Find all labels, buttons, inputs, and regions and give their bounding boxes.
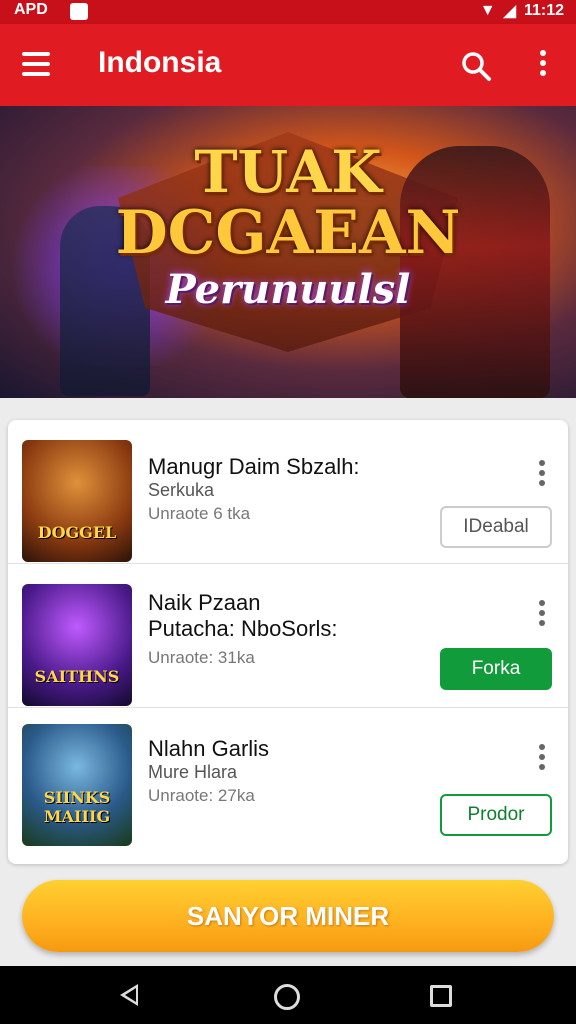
thumbnail-text: DOGGEL	[37, 523, 117, 542]
game-thumbnail[interactable]: SAITHNS	[22, 584, 132, 706]
game-subtitle: Serkuka	[148, 480, 215, 500]
page-title: Indonsia	[98, 46, 222, 79]
item-more-icon[interactable]	[538, 744, 546, 772]
banner-subtitle: Perunuulsl	[165, 266, 411, 313]
system-nav-bar	[0, 966, 576, 1024]
list-item[interactable]: DOGGEL Manugr Daim Sbzalh: Serkuka Unrao…	[8, 420, 568, 564]
item-more-icon[interactable]	[538, 600, 546, 628]
status-bar: APD ▼ ◢ 11:12	[0, 0, 576, 24]
game-thumbnail[interactable]: DOGGEL	[22, 440, 132, 562]
game-meta: Unraote: 27ka	[148, 786, 255, 805]
thumbnail-text: SAITHNS	[34, 667, 120, 686]
game-subtitle: Mure Hlara	[148, 762, 238, 782]
game-title: Naik Pzaan Putacha: NboSorls:	[148, 590, 338, 641]
status-right: ▼ ◢ 11:12	[480, 1, 564, 21]
game-thumbnail[interactable]: SIINKS MAIIIG	[22, 724, 132, 846]
game-title: Nlahn Garlis	[148, 736, 270, 761]
menu-icon[interactable]	[22, 52, 50, 76]
notification-icon	[70, 3, 88, 20]
banner-title-line2: DCGAEAN	[115, 198, 461, 268]
list-item[interactable]: SIINKS MAIIIG Nlahn Garlis Mure Hlara Un…	[8, 708, 568, 852]
back-icon[interactable]	[120, 984, 138, 1006]
game-meta: Unraote: 31ka	[148, 648, 255, 667]
game-list-card: DOGGEL Manugr Daim Sbzalh: Serkuka Unrao…	[8, 420, 568, 864]
thumbnail-text: SIINKS MAIIIG	[43, 788, 111, 826]
promo-banner[interactable]: TUAK DCGAEAN Perunuulsl	[0, 106, 576, 398]
home-icon[interactable]	[274, 984, 300, 1010]
app-bar: Indonsia	[0, 24, 576, 106]
item-more-icon[interactable]	[538, 460, 546, 488]
search-icon[interactable]	[460, 50, 492, 82]
wifi-icon: ▼	[479, 2, 496, 19]
game-title: Manugr Daim Sbzalh:	[148, 454, 360, 479]
item-action-button[interactable]: Prodor	[440, 794, 552, 836]
signal-icon: ◢	[503, 3, 516, 20]
item-action-button[interactable]: Forka	[440, 648, 552, 690]
cta-button[interactable]: SANYOR MINER	[22, 880, 554, 952]
game-meta: Unraote 6 tka	[148, 504, 251, 523]
list-item[interactable]: SAITHNS Naik Pzaan Putacha: NboSorls: Un…	[8, 564, 568, 708]
banner-title-line1: TUAK	[194, 138, 382, 206]
recents-icon[interactable]	[430, 985, 452, 1007]
status-left-text: APD	[14, 1, 48, 18]
item-action-button[interactable]: IDeabal	[440, 506, 552, 548]
status-time: 11:12	[523, 2, 564, 19]
more-options-icon[interactable]	[536, 50, 550, 80]
